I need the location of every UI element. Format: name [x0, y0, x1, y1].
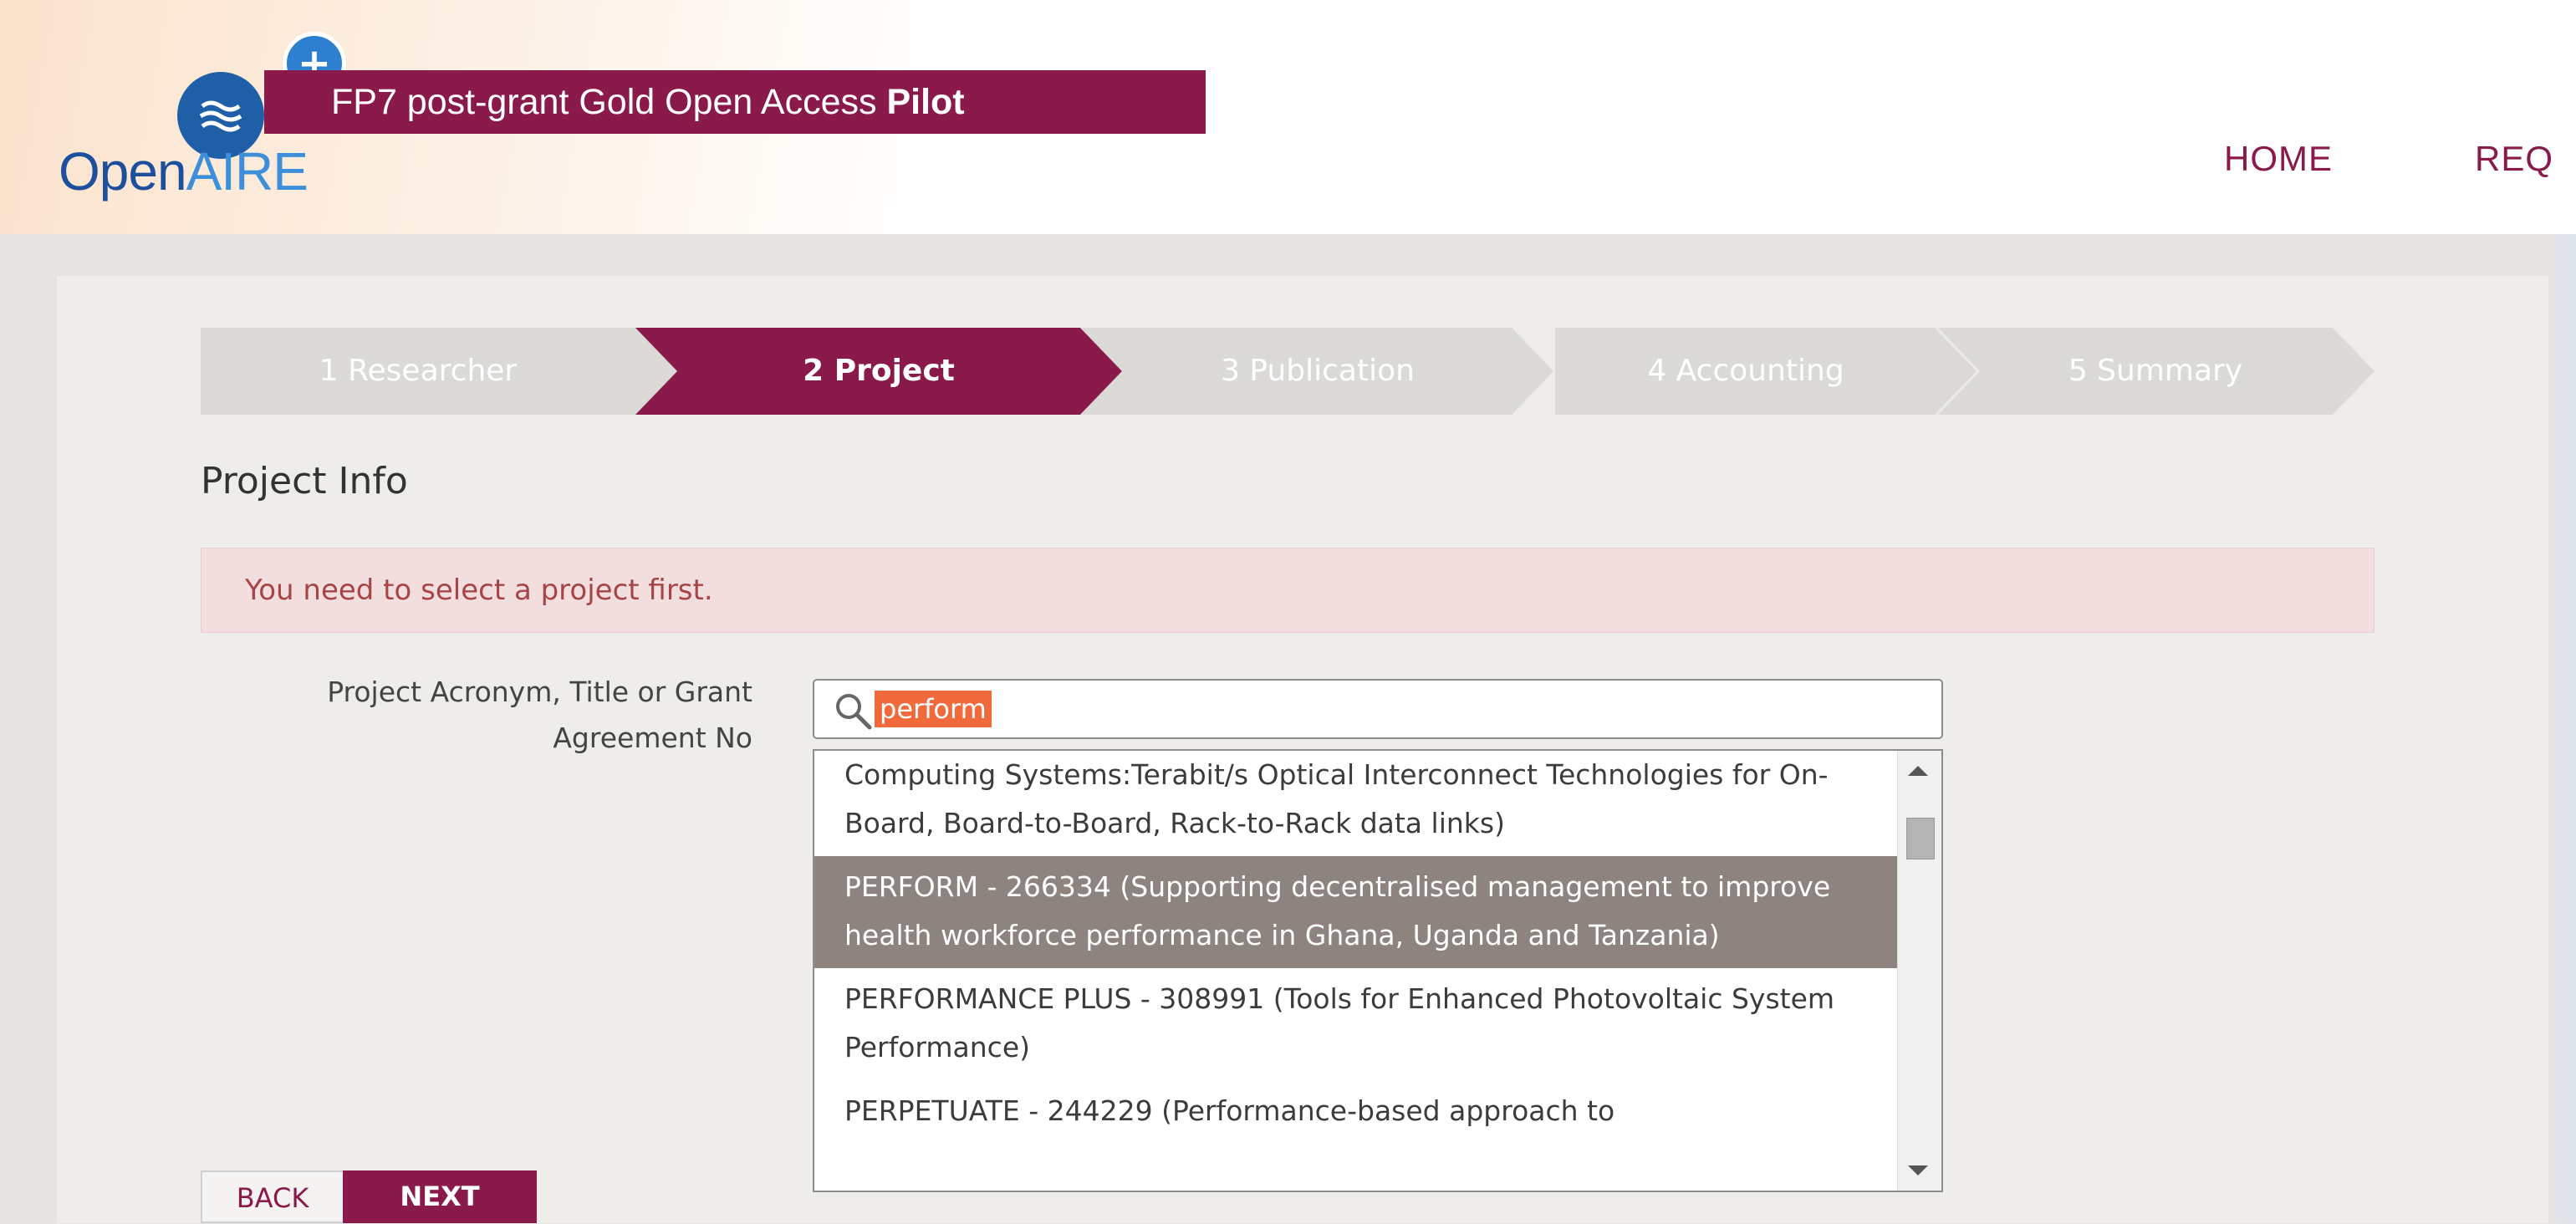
- section-title: Project Info: [201, 460, 408, 502]
- suggestion-item[interactable]: PERFORMANCE PLUS - 308991 (Tools for Enh…: [814, 968, 1898, 1080]
- nav-requests[interactable]: REQ: [2475, 139, 2553, 179]
- project-suggestions-list[interactable]: Computing Systems:Terabit/s Optical Inte…: [813, 749, 1943, 1192]
- next-button[interactable]: NEXT: [343, 1170, 537, 1223]
- banner-bold-text: Pilot: [886, 82, 965, 122]
- project-search-input[interactable]: perform: [813, 679, 1943, 739]
- scroll-thumb[interactable]: [1906, 818, 1935, 859]
- back-button[interactable]: BACK: [201, 1170, 343, 1223]
- suggestion-item[interactable]: Computing Systems:Terabit/s Optical Inte…: [814, 751, 1898, 856]
- step-researcher[interactable]: 1 Researcher: [201, 328, 635, 415]
- suggestions-scrollbar[interactable]: [1897, 751, 1941, 1191]
- suggestion-item[interactable]: PERPETUATE - 244229 (Performance-based a…: [814, 1080, 1898, 1144]
- step-project[interactable]: 2 Project: [677, 328, 1080, 415]
- step-accounting[interactable]: 4 Accounting: [1555, 328, 1936, 415]
- search-icon: [836, 694, 872, 730]
- pilot-banner: FP7 post-grant Gold Open Access Pilot: [264, 70, 1206, 134]
- wizard-steps: 1 Researcher 2 Project 3 Publication 4 A…: [201, 326, 2375, 416]
- project-field-label: Project Acronym, Title or Grant Agreemen…: [201, 669, 752, 761]
- scroll-up-icon[interactable]: [1908, 766, 1928, 776]
- banner-text: FP7 post-grant Gold Open Access: [331, 82, 887, 122]
- search-value: perform: [875, 691, 992, 727]
- project-field-label-line2: Agreement No: [553, 722, 752, 754]
- right-edge: [2557, 234, 2576, 1223]
- suggestion-item-selected[interactable]: PERFORM - 266334 (Supporting decentralis…: [814, 856, 1898, 968]
- step-publication[interactable]: 3 Publication: [1122, 328, 1513, 415]
- nav-home[interactable]: HOME: [2224, 139, 2333, 179]
- brand-open: Open: [59, 141, 187, 201]
- suggestions: Computing Systems:Terabit/s Optical Inte…: [814, 751, 1898, 1144]
- site-header: + FP7 post-grant Gold Open Access Pilot …: [0, 0, 2576, 234]
- openaire-brand[interactable]: OpenAIRE: [59, 141, 309, 201]
- scroll-down-icon[interactable]: [1908, 1165, 1928, 1176]
- error-alert: You need to select a project first.: [201, 548, 2375, 633]
- project-field-label-line1: Project Acronym, Title or Grant: [327, 676, 752, 708]
- waves-icon: [199, 100, 242, 132]
- brand-aire: AIRE: [186, 141, 309, 201]
- step-summary[interactable]: 5 Summary: [1978, 328, 2333, 415]
